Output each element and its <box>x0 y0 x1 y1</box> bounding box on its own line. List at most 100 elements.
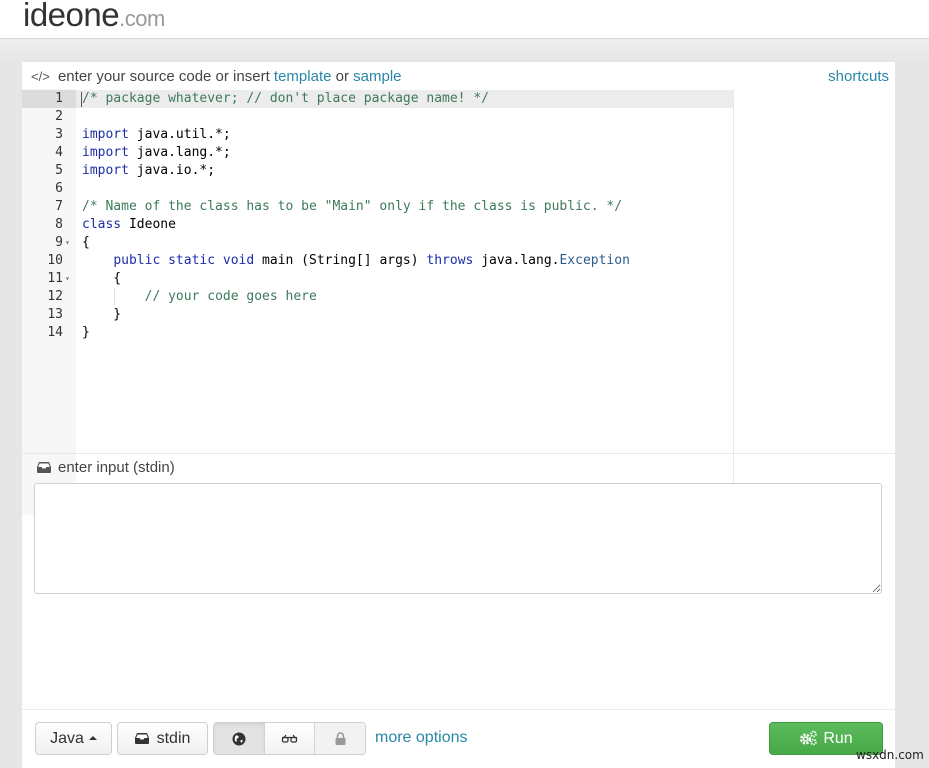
line-number: 13 <box>47 307 63 322</box>
code-token: } <box>82 307 122 322</box>
logo-tld: .com <box>119 6 165 31</box>
visibility-public-button[interactable] <box>214 723 265 754</box>
code-line[interactable]: 5 import java.io.*; <box>22 162 733 180</box>
sample-link[interactable]: sample <box>353 68 401 85</box>
shortcuts-link[interactable]: shortcuts <box>828 68 889 85</box>
print-margin <box>733 89 734 515</box>
line-text: /* package whatever; // don't place pack… <box>82 90 489 108</box>
keyword-token: void <box>222 253 255 268</box>
line-number: 12 <box>47 289 63 304</box>
keyword-token: class <box>82 217 122 232</box>
line-number: 4 <box>55 145 63 160</box>
keyword-token: import <box>82 127 129 142</box>
code-token: main (String[] args) <box>254 253 427 268</box>
visibility-toggle-group <box>213 722 366 755</box>
code-line[interactable]: 9 ▾ { <box>22 234 733 252</box>
line-number: 2 <box>55 109 63 124</box>
line-number: 11 <box>47 271 63 286</box>
glasses-icon <box>281 734 298 743</box>
code-line[interactable]: 10 public static void main (String[] arg… <box>22 252 733 270</box>
code-line[interactable]: 12 // your code goes here <box>22 288 733 306</box>
keyword-token: throws <box>426 253 474 268</box>
line-text: { <box>82 234 90 252</box>
code-token: java.lang.*; <box>128 145 231 160</box>
line-number: 5 <box>55 163 63 178</box>
type-token: Exception <box>559 253 630 268</box>
code-icon: </> <box>31 69 50 84</box>
site-logo[interactable]: ideone.com <box>23 0 165 34</box>
visibility-secret-button[interactable] <box>264 723 316 754</box>
gears-icon <box>800 730 818 746</box>
language-label: Java <box>50 730 84 747</box>
code-line[interactable]: 14} <box>22 324 733 342</box>
editor-divider <box>22 453 895 454</box>
code-line[interactable]: 11 ▾ { <box>22 270 733 288</box>
line-text: import java.lang.*; <box>82 144 231 162</box>
stdin-input[interactable] <box>34 483 882 594</box>
stdin-label-text: enter input (stdin) <box>58 459 175 476</box>
logo-main: ideone <box>23 0 120 33</box>
code-line[interactable]: 13 } <box>22 306 733 324</box>
watermark: wsxdn.com <box>856 748 924 762</box>
code-token: java.io.*; <box>128 163 216 178</box>
keyword-token: static <box>168 253 216 268</box>
source-prompt: enter your source code or insert <box>57 68 270 85</box>
stdin-toggle-button[interactable]: stdin <box>117 722 208 755</box>
code-line[interactable]: 2 <box>22 108 733 126</box>
keyword-token: public <box>113 253 161 268</box>
fold-toggle-icon[interactable]: ▾ <box>65 234 70 252</box>
inbox-icon <box>134 724 149 755</box>
more-options-link[interactable]: more options <box>375 729 468 747</box>
lock-icon <box>335 732 346 745</box>
line-text: // your code goes here <box>82 288 317 306</box>
code-token: { <box>82 235 90 250</box>
header-band <box>0 39 929 63</box>
keyword-token: import <box>82 145 129 160</box>
top-bar: ideone.com <box>0 0 929 39</box>
language-select-button[interactable]: Java <box>35 722 112 755</box>
footer-divider <box>22 709 895 710</box>
line-number: 6 <box>55 181 63 196</box>
code-line[interactable]: 1 /* package whatever; // don't place pac… <box>22 90 733 108</box>
comment-token: // your code goes here <box>144 289 317 304</box>
template-link[interactable]: template <box>274 68 332 85</box>
caret-up-icon <box>88 736 97 740</box>
comment-token: /* package whatever; // don't place pack… <box>82 91 489 106</box>
code-token: Ideone <box>121 217 176 232</box>
globe-icon <box>232 732 246 745</box>
code-editor[interactable]: 1 /* package whatever; // don't place pac… <box>22 89 895 515</box>
code-token: java.lang. <box>473 253 560 268</box>
line-number: 14 <box>47 325 63 340</box>
line-number: 9 <box>55 235 63 250</box>
comment-token: /* Name of the class has to be "Main" on… <box>82 199 623 214</box>
main-panel: </> enter your source code or insert tem… <box>22 62 895 768</box>
line-text: import java.io.*; <box>82 162 215 180</box>
visibility-private-button[interactable] <box>315 723 365 754</box>
line-text: { <box>82 270 121 288</box>
code-token: java.util.*; <box>128 127 231 142</box>
code-line[interactable]: 7 /* Name of the class has to be "Main" o… <box>22 198 733 216</box>
code-line[interactable]: 3 import java.util.*; <box>22 126 733 144</box>
code-line[interactable]: 6 <box>22 180 733 198</box>
or-text: or <box>335 68 349 85</box>
text-cursor <box>81 92 82 107</box>
code-token: } <box>82 325 90 340</box>
line-text: import java.util.*; <box>82 126 231 144</box>
line-text: class Ideone <box>82 216 176 234</box>
line-number: 1 <box>55 91 63 106</box>
fold-toggle-icon[interactable]: ▾ <box>65 270 70 288</box>
inbox-icon <box>37 460 52 477</box>
stdin-label: enter input (stdin) <box>37 459 175 477</box>
run-label: Run <box>823 730 853 747</box>
source-header: </> enter your source code or insert tem… <box>22 62 895 89</box>
code-token: { <box>82 271 122 286</box>
line-text: /* Name of the class has to be "Main" on… <box>82 198 622 216</box>
code-line[interactable]: 8 class Ideone <box>22 216 733 234</box>
code-line[interactable]: 4 import java.lang.*; <box>22 144 733 162</box>
line-number: 8 <box>55 217 63 232</box>
stdin-button-label: stdin <box>156 730 191 747</box>
